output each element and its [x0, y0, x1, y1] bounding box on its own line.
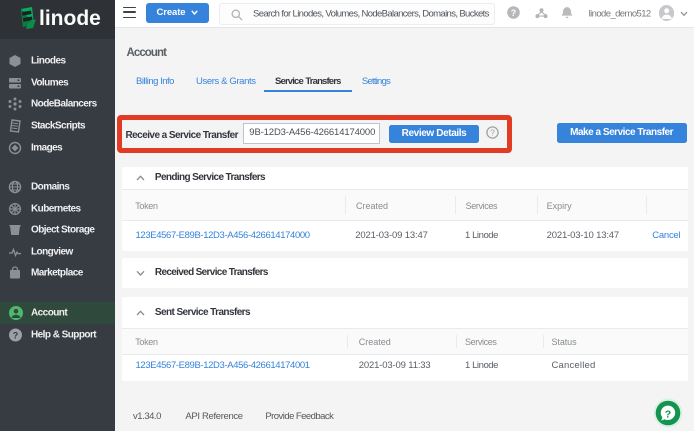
svg-text:?: ? [511, 8, 517, 18]
svg-text:?: ? [13, 331, 19, 341]
svg-text:?: ? [664, 408, 670, 420]
